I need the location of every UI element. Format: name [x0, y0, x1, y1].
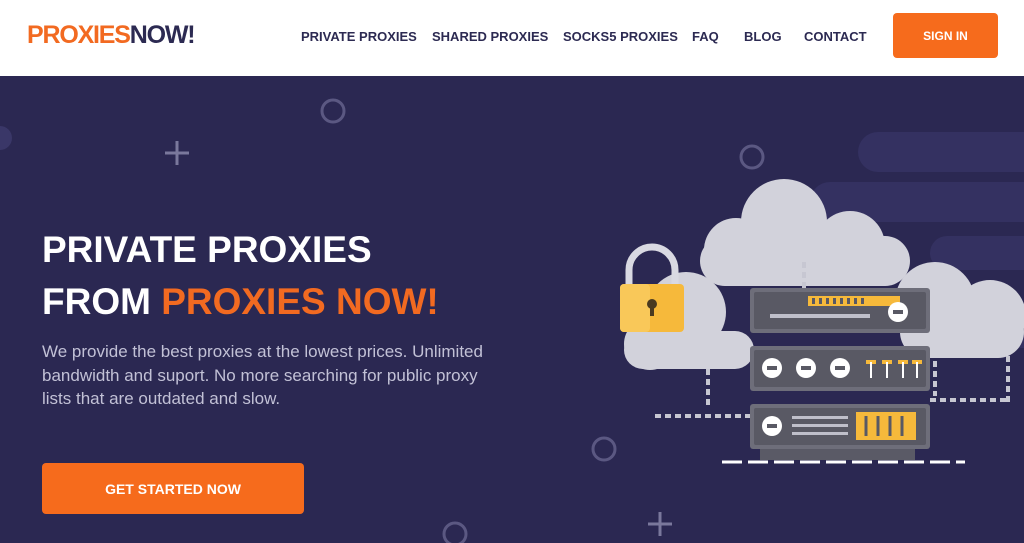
get-started-button[interactable]: GET STARTED NOW	[42, 463, 304, 514]
hero-section: PRIVATE PROXIES FROM PROXIES NOW! We pro…	[0, 76, 1024, 543]
hero-description: We provide the best proxies at the lowes…	[42, 342, 483, 408]
nav-item-shared-proxies[interactable]: SHARED PROXIES	[432, 29, 548, 45]
padlock-icon	[620, 243, 684, 332]
nav-item-faq[interactable]: FAQ	[692, 29, 719, 45]
brand-logo-part1: PROXIES	[27, 21, 131, 49]
nav-item-socks5-proxies[interactable]: SOCKS5 PROXIES	[563, 29, 678, 45]
hero-title: PRIVATE PROXIES FROM PROXIES NOW!	[42, 224, 439, 328]
hero-title-highlight: PROXIES NOW!	[161, 281, 439, 322]
brand-logo-part2: NOW!	[129, 21, 196, 49]
nav-item-blog[interactable]: BLOG	[744, 29, 782, 45]
hero-title-line1: PRIVATE PROXIES	[42, 229, 372, 270]
hero-title-line2-prefix: FROM	[42, 281, 162, 322]
brand-logo[interactable]: PROXIESNOW!	[27, 20, 196, 50]
sign-in-button[interactable]: SIGN IN	[893, 13, 998, 58]
circle-decoration	[0, 126, 12, 150]
hero-title-line2: FROM PROXIES NOW!	[42, 276, 439, 328]
nav-item-private-proxies[interactable]: PRIVATE PROXIES	[301, 29, 417, 45]
server-rack-icon	[750, 288, 930, 460]
site-header: PROXIESNOW! PRIVATE PROXIES SHARED PROXI…	[0, 0, 1024, 76]
nav-item-contact[interactable]: CONTACT	[804, 29, 867, 45]
